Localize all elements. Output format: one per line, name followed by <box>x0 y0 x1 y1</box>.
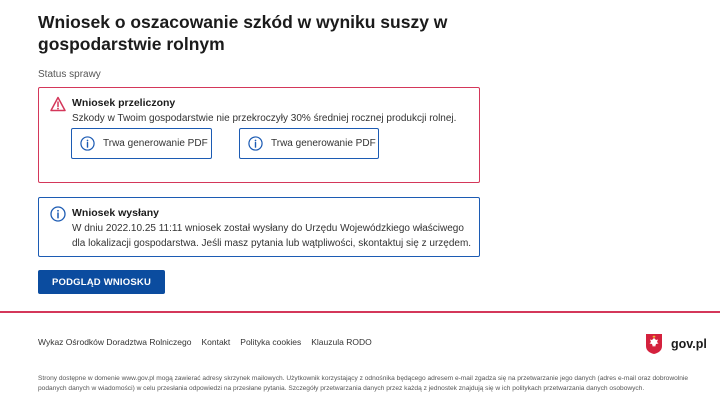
pdf-button-label: Trwa generowanie PDF <box>271 138 376 149</box>
info-circle-icon <box>248 136 263 151</box>
polish-emblem-icon <box>646 334 662 354</box>
warning-triangle-icon <box>50 96 66 112</box>
footer-link-rodo[interactable]: Klauzula RODO <box>311 337 371 347</box>
alert-text: Szkody w Twoim gospodarstwie nie przekro… <box>72 113 457 124</box>
footer-divider <box>0 311 720 313</box>
alert-text: W dniu 2022.10.25 11:11 wniosek został w… <box>72 223 472 249</box>
generating-pdf-button[interactable]: Trwa generowanie PDF <box>239 128 379 159</box>
alert-heading: Wniosek przeliczony <box>72 97 176 109</box>
preview-application-button[interactable]: PODGLĄD WNIOSKU <box>38 270 165 294</box>
alert-heading: Wniosek wysłany <box>72 207 159 219</box>
footer-links: Wykaz Ośrodków Doradztwa Rolniczego Kont… <box>38 337 372 347</box>
footer-link-odr[interactable]: Wykaz Ośrodków Doradztwa Rolniczego <box>38 337 191 347</box>
alert-recalculated: Wniosek przeliczony Szkody w Twoim gospo… <box>38 87 480 183</box>
govpl-text: gov.pl <box>671 337 707 351</box>
info-circle-icon <box>80 136 95 151</box>
alert-sent: Wniosek wysłany W dniu 2022.10.25 11:11 … <box>38 197 480 257</box>
pdf-button-label: Trwa generowanie PDF <box>103 138 208 149</box>
footer-link-cookies[interactable]: Polityka cookies <box>240 337 301 347</box>
govpl-logo[interactable]: gov.pl <box>645 333 707 355</box>
page-title: Wniosek o oszacowanie szkód w wyniku sus… <box>38 12 448 54</box>
generating-pdf-button[interactable]: Trwa generowanie PDF <box>71 128 212 159</box>
info-circle-icon <box>50 206 66 222</box>
status-label: Status sprawy <box>38 69 101 80</box>
footer-link-contact[interactable]: Kontakt <box>201 337 230 347</box>
footer-disclaimer: Strony dostępne w domenie www.gov.pl mog… <box>38 375 689 392</box>
